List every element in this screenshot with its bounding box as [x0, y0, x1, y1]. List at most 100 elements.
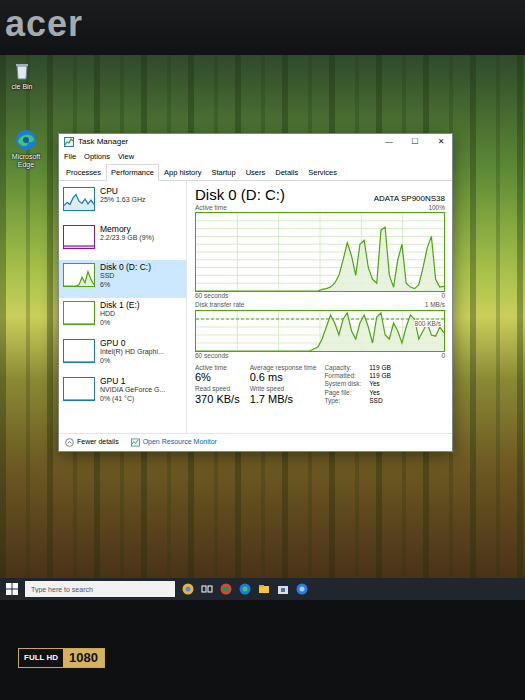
tab-label[interactable]: Users [246, 168, 266, 177]
resource-monitor-icon [131, 438, 140, 447]
stats-grid: Active time6%Average response time0.6 ms… [195, 364, 316, 406]
fewer-details-label[interactable]: Fewer details [77, 437, 119, 448]
chart-line [196, 313, 444, 351]
sidebar-graph [63, 377, 95, 401]
tab-label[interactable]: Services [308, 168, 337, 177]
sidebar-text: GPU 0Intel(R) HD Graphi...0% [100, 339, 164, 366]
task-manager-window[interactable]: Task Manager—☐✕FileOptionsViewProcessesP… [58, 133, 453, 452]
tab-strip: Processes Performance App history Startup Us… [59, 164, 452, 180]
desktop-icon[interactable]: Microsoft Edge [4, 129, 48, 169]
sidebar-item-name[interactable]: CPU [100, 187, 146, 197]
stat: Read speed370 KB/s [195, 385, 240, 406]
chart-labels: 60 seconds0 [195, 292, 445, 301]
sidebar-item[interactable]: Disk 0 (D: C:)SSD6% [59, 260, 186, 298]
sidebar-item-detail: 6% [100, 281, 151, 289]
desktop-icon-label[interactable]: cle Bin [11, 83, 32, 91]
edge-icon[interactable] [239, 583, 251, 595]
fewer-details-button[interactable]: Fewer details [65, 437, 119, 448]
scale-line [196, 318, 444, 319]
chart [195, 212, 445, 292]
sidebar-text: Disk 0 (D: C:)SSD6% [100, 263, 151, 290]
tab[interactable]: Users [241, 164, 271, 180]
sidebar-item-detail: Intel(R) HD Graphi... [100, 348, 164, 356]
chart-labels: Disk transfer rate1 MB/s [195, 301, 445, 310]
sparkline [64, 340, 94, 362]
menu-item[interactable]: View [118, 151, 134, 162]
tab[interactable]: Performance [106, 164, 159, 180]
sidebar-item-name[interactable]: Disk 1 (E:) [100, 301, 140, 311]
sidebar-item-name[interactable]: GPU 1 [100, 377, 165, 387]
windows-start-icon[interactable] [6, 583, 18, 595]
stat-label: Write speed [250, 385, 317, 393]
copilot-icon[interactable] [182, 583, 194, 595]
screen: cle BinMicrosoft EdgeTask Manager—☐✕File… [0, 55, 525, 600]
tab-label[interactable]: Processes [66, 168, 101, 177]
folder-icon[interactable] [258, 583, 270, 595]
property-label: System disk: [324, 380, 361, 388]
sidebar-item[interactable]: Disk 1 (E:)HDD0% [59, 298, 186, 336]
property-label: Formatted: [324, 372, 361, 380]
sidebar-graph [63, 263, 95, 287]
close-button[interactable]: ✕ [430, 136, 452, 148]
window-body: CPU25% 1.63 GHzMemory2.2/23.9 GB (9%)Dis… [59, 181, 452, 433]
sidebar-item[interactable]: CPU25% 1.63 GHz [59, 184, 186, 222]
property-value: 119 GB [369, 364, 391, 372]
maximize-button[interactable]: ☐ [404, 136, 426, 148]
sidebar-item-detail: 0% [100, 357, 164, 365]
title-bar[interactable]: Task Manager—☐✕ [59, 134, 452, 150]
desktop-icon[interactable]: cle Bin [0, 61, 44, 91]
sidebar-item-detail: 0% (41 °C) [100, 395, 165, 403]
tab-label[interactable]: App history [164, 168, 202, 177]
detail-title: Disk 0 (D: C:) [195, 187, 285, 204]
tab[interactable]: Startup [206, 164, 240, 180]
task-manager-icon [64, 137, 74, 147]
chart-min: 0 [441, 352, 445, 361]
task-view-icon[interactable] [201, 583, 213, 595]
top-bezel: acer [0, 0, 525, 55]
menu-item[interactable]: File [64, 151, 76, 162]
minimize-button[interactable]: — [378, 136, 400, 148]
sparkline [64, 188, 94, 210]
sidebar-item-name[interactable]: Disk 0 (D: C:) [100, 263, 151, 273]
store-icon[interactable] [277, 583, 289, 595]
chart-label: Disk transfer rate [195, 301, 245, 310]
sidebar-item[interactable]: GPU 1NVIDIA GeForce G...0% (41 °C) [59, 374, 186, 412]
property-value: 119 GB [369, 372, 391, 380]
tab-label[interactable]: Details [275, 168, 298, 177]
menu-item[interactable]: Options [84, 151, 110, 162]
stat-label: Active time [195, 364, 240, 372]
recycle-bin-icon [12, 61, 32, 81]
sidebar-text: Disk 1 (E:)HDD0% [100, 301, 140, 328]
sidebar-item-name[interactable]: GPU 0 [100, 339, 164, 349]
tab[interactable]: Details [270, 164, 303, 180]
sidebar-item-name[interactable]: Memory [100, 225, 154, 235]
tab[interactable]: Services [303, 164, 342, 180]
stat: Active time6% [195, 364, 240, 385]
tab[interactable]: Processes [61, 164, 106, 180]
sparkline [64, 226, 94, 248]
sidebar-item[interactable]: GPU 0Intel(R) HD Graphi...0% [59, 336, 186, 374]
tab-label[interactable]: Performance [111, 168, 154, 177]
sparkline [64, 378, 94, 400]
sticker-label: FULL HD [19, 651, 63, 666]
detail-header: Disk 0 (D: C:)ADATA SP900NS38 [195, 186, 445, 204]
tab[interactable]: App history [159, 164, 207, 180]
sticker-resolution: 1080 [63, 649, 104, 667]
sidebar-item-detail: 2.2/23.9 GB (9%) [100, 234, 154, 242]
desktop-icon-label[interactable]: Microsoft Edge [4, 153, 48, 169]
search-box[interactable] [25, 581, 175, 597]
sidebar-item[interactable]: Memory2.2/23.9 GB (9%) [59, 222, 186, 260]
app-icon[interactable] [296, 583, 308, 595]
stat-value: 1.7 MB/s [250, 393, 317, 406]
stat: Write speed1.7 MB/s [250, 385, 317, 406]
chrome-icon[interactable] [220, 583, 232, 595]
chart-labels: 60 seconds0 [195, 352, 445, 361]
chart-label: Active time [195, 204, 227, 213]
menu-bar: File Options View [59, 150, 452, 164]
brand-logo: acer [5, 6, 83, 42]
tab-label[interactable]: Startup [211, 168, 235, 177]
property-value: Yes [369, 389, 391, 397]
resource-monitor-link[interactable]: Open Resource Monitor [131, 437, 217, 448]
resource-monitor-label[interactable]: Open Resource Monitor [143, 437, 217, 448]
sidebar-graph [63, 301, 95, 325]
